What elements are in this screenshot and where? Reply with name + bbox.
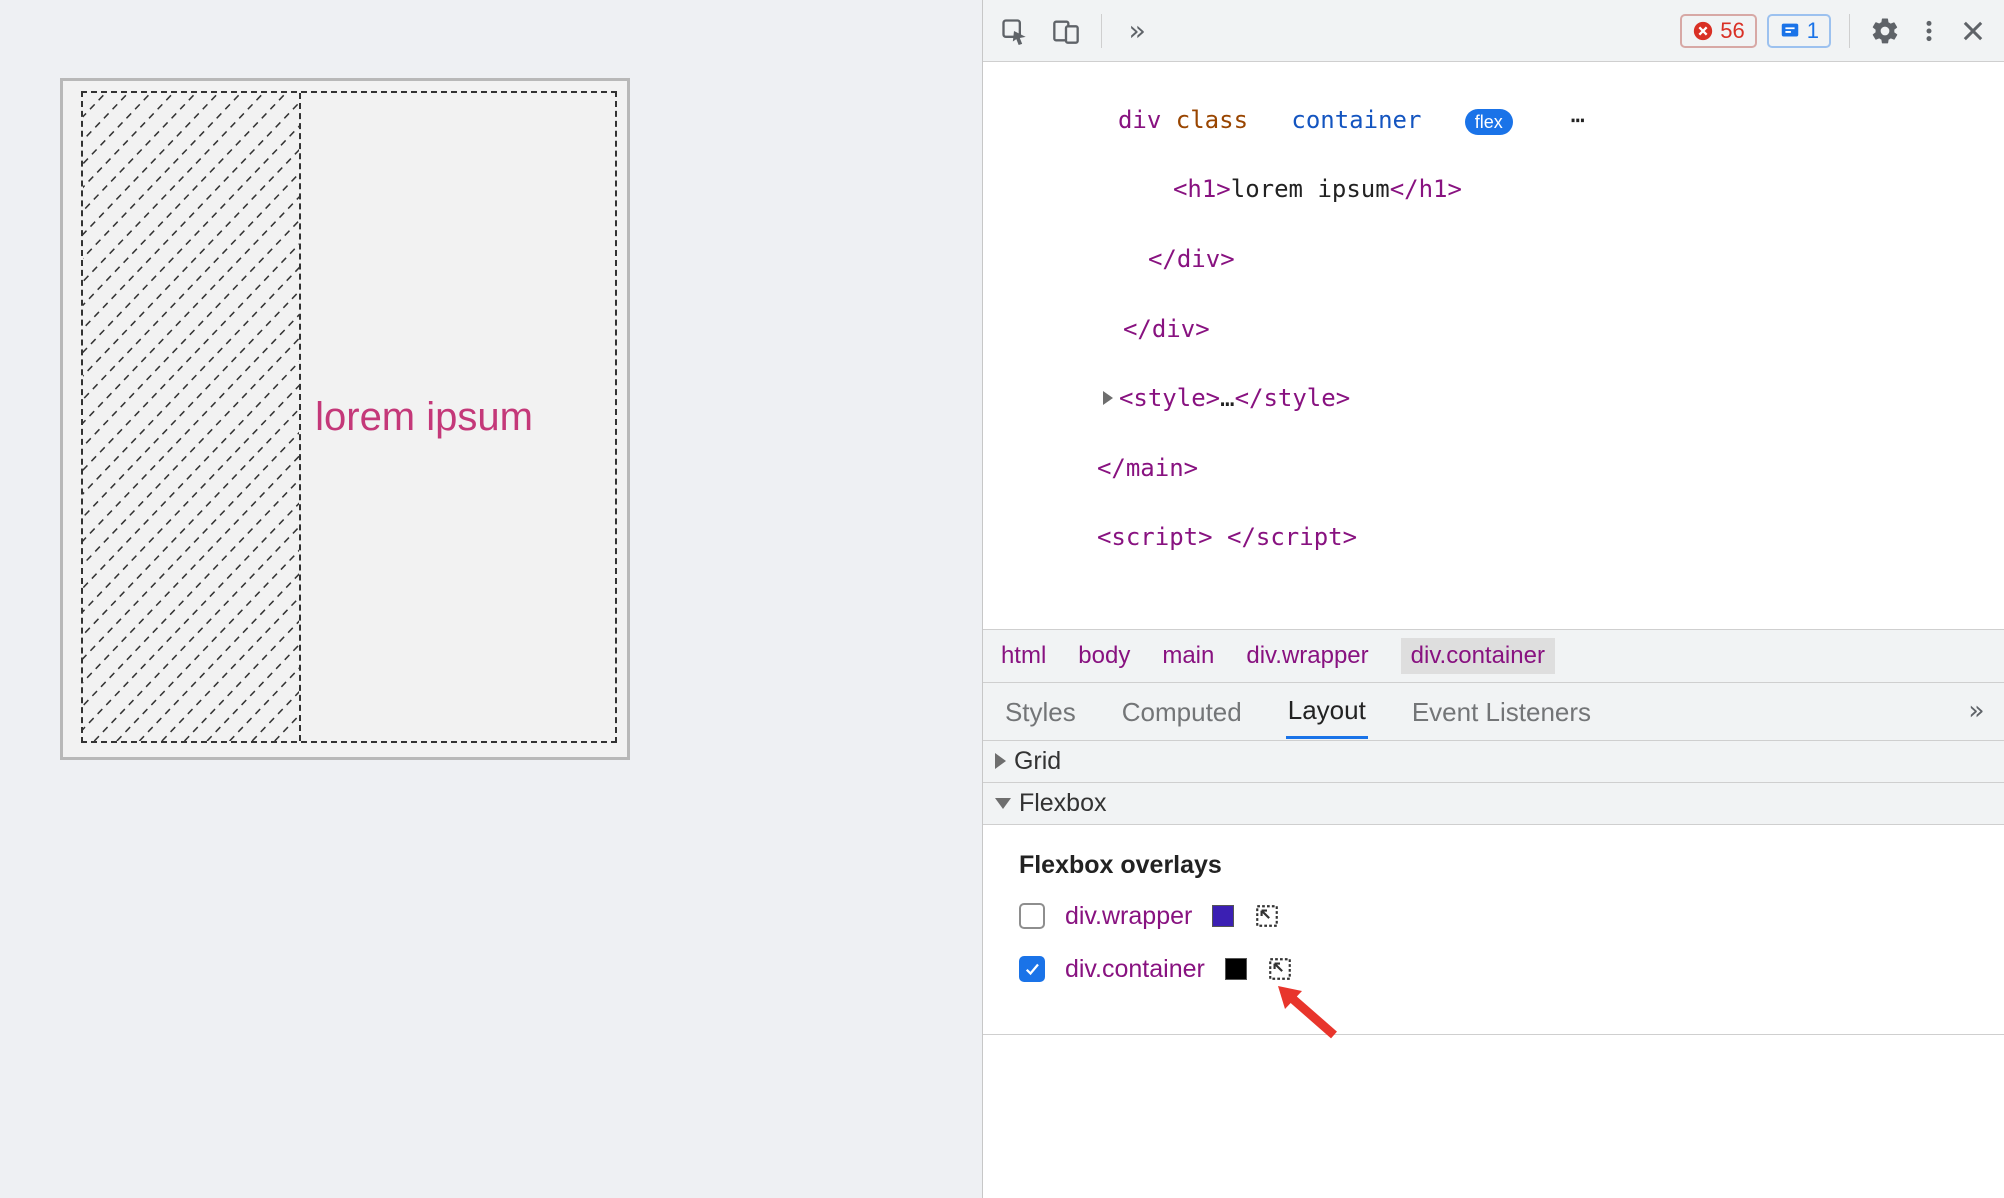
page-preview-pane: lorem ipsum xyxy=(0,0,982,1198)
settings-gear-icon[interactable] xyxy=(1868,14,1902,48)
issues-count: 1 xyxy=(1807,18,1819,44)
flexbox-overlays-body: Flexbox overlays div.wrapper div.contain… xyxy=(983,825,2004,1034)
line-close-div-1[interactable]: </div> xyxy=(1023,242,2004,277)
devtools-toolbar: » 56 1 xyxy=(983,0,2004,62)
flex-overlay-outer: lorem ipsum xyxy=(60,78,630,760)
more-panes-icon[interactable]: » xyxy=(1968,696,1984,726)
breadcrumb-item-main[interactable]: main xyxy=(1162,642,1214,670)
line-h1[interactable]: <h1>lorem ipsum</h1> xyxy=(1023,172,2004,207)
breadcrumb-item-body[interactable]: body xyxy=(1078,642,1130,670)
sidebar-tabs: Styles Computed Layout Event Listeners » xyxy=(983,683,2004,741)
annotation-arrow-icon xyxy=(1274,983,1344,1050)
flex-overlay-inner: lorem ipsum xyxy=(81,91,617,743)
tab-computed[interactable]: Computed xyxy=(1120,685,1244,738)
overlay-name-wrapper[interactable]: div.wrapper xyxy=(1065,902,1192,931)
breadcrumb-bar: html body main div.wrapper div.container xyxy=(983,630,2004,683)
line-truncated: div class container flex ⋯ xyxy=(1023,103,2004,138)
section-divider xyxy=(983,1034,2004,1035)
devtools-panel: » 56 1 div class container flex xyxy=(982,0,2004,1198)
preview-heading: lorem ipsum xyxy=(301,395,533,440)
overlay-color-swatch-wrapper[interactable] xyxy=(1212,905,1234,927)
line-close-div-2[interactable]: </div> xyxy=(1023,312,2004,347)
reveal-in-elements-icon[interactable] xyxy=(1267,956,1293,982)
overlay-name-container[interactable]: div.container xyxy=(1065,955,1205,984)
overlay-row-wrapper: div.wrapper xyxy=(1019,902,1968,931)
tab-styles[interactable]: Styles xyxy=(1003,685,1078,738)
flexbox-free-space-hatch xyxy=(83,93,301,741)
section-grid[interactable]: Grid xyxy=(983,741,2004,783)
section-flexbox[interactable]: Flexbox xyxy=(983,783,2004,825)
flex-badge[interactable]: flex xyxy=(1465,109,1513,135)
overlay-row-container: div.container xyxy=(1019,955,1968,984)
line-style[interactable]: <style>…</style> xyxy=(1023,381,2004,416)
overlay-color-swatch-container[interactable] xyxy=(1225,958,1247,980)
inspect-element-icon[interactable] xyxy=(997,14,1031,48)
caret-icon[interactable] xyxy=(1103,391,1113,405)
dots[interactable]: ⋯ xyxy=(1571,106,1585,134)
toolbar-divider xyxy=(1101,14,1102,48)
breadcrumb-item-wrapper[interactable]: div.wrapper xyxy=(1246,642,1368,670)
overlay-checkbox-container[interactable] xyxy=(1019,956,1045,982)
breadcrumb-item-html[interactable]: html xyxy=(1001,642,1046,670)
tab-layout[interactable]: Layout xyxy=(1286,683,1368,739)
errors-pill[interactable]: 56 xyxy=(1680,14,1756,48)
caret-right-icon xyxy=(995,753,1006,769)
tab-event-listeners[interactable]: Event Listeners xyxy=(1410,685,1593,738)
device-toggle-icon[interactable] xyxy=(1049,14,1083,48)
reveal-in-elements-icon[interactable] xyxy=(1254,903,1280,929)
line-close-main[interactable]: </main> xyxy=(1023,451,2004,486)
breadcrumb-item-container[interactable]: div.container xyxy=(1401,638,1555,674)
app-root: lorem ipsum » 56 1 xyxy=(0,0,2004,1198)
section-grid-label: Grid xyxy=(1014,747,1061,776)
flexbox-overlays-title: Flexbox overlays xyxy=(1019,851,1968,880)
kebab-menu-icon[interactable] xyxy=(1912,14,1946,48)
line-script[interactable]: <script> </script> xyxy=(1023,520,2004,555)
close-devtools-icon[interactable] xyxy=(1956,14,1990,48)
more-tabs-icon[interactable]: » xyxy=(1120,14,1154,48)
caret-down-icon xyxy=(995,798,1011,809)
elements-tree[interactable]: div class container flex ⋯ <h1>lorem ips… xyxy=(983,62,2004,630)
overlay-checkbox-wrapper[interactable] xyxy=(1019,903,1045,929)
errors-count: 56 xyxy=(1720,18,1744,44)
issues-pill[interactable]: 1 xyxy=(1767,14,1831,48)
section-flexbox-label: Flexbox xyxy=(1019,789,1107,818)
toolbar-divider xyxy=(1849,14,1850,48)
